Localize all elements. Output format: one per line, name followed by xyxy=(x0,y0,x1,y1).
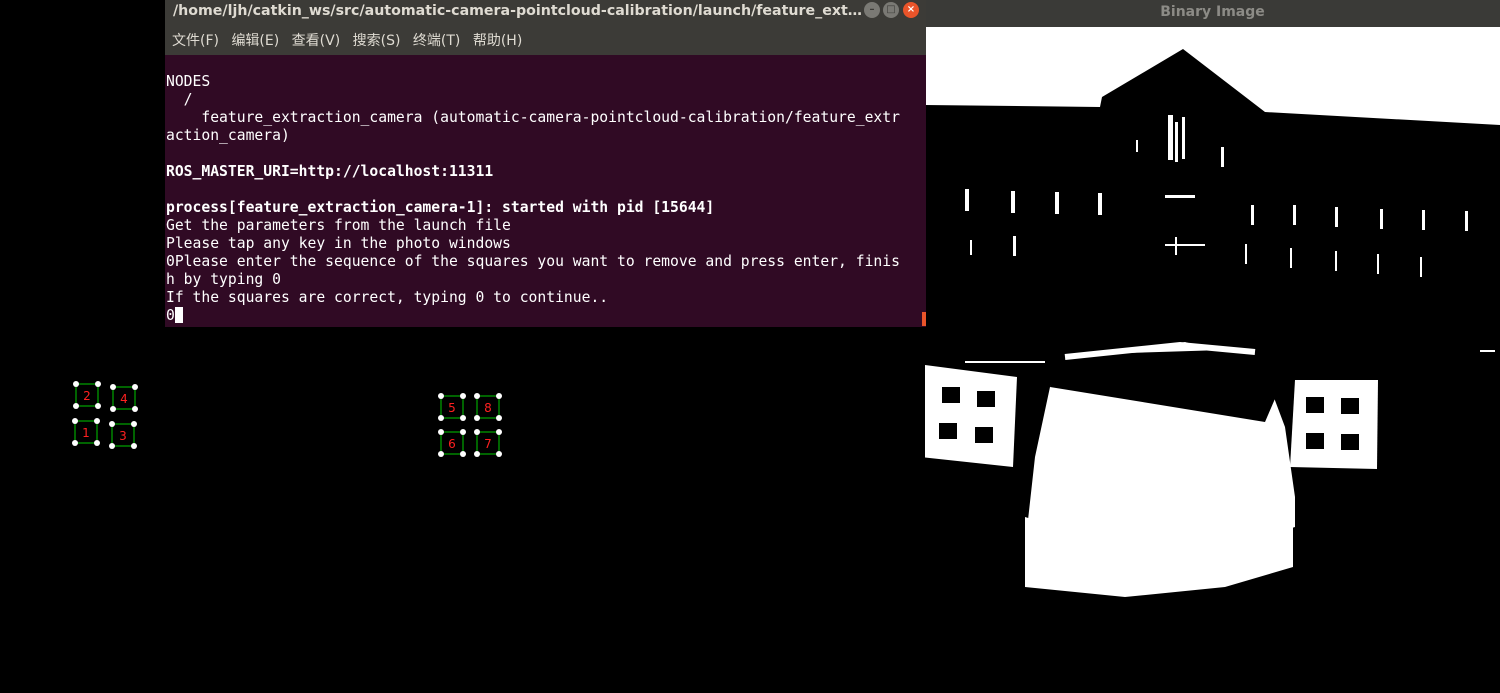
binary-image-window: Binary Image xyxy=(925,0,1500,693)
terminal-line: 0Please enter the sequence of the square… xyxy=(166,253,900,270)
square-label: 7 xyxy=(484,437,492,451)
detected-square-8: 8 xyxy=(474,393,502,421)
menu-edit[interactable]: 编辑(E) xyxy=(231,27,279,55)
menu-file[interactable]: 文件(F) xyxy=(172,27,219,55)
terminal-line: 0 xyxy=(166,307,921,325)
detected-square-5: 5 xyxy=(438,393,466,421)
square-label: 1 xyxy=(82,426,90,440)
maximize-button[interactable]: □ xyxy=(883,2,899,18)
detected-square-7: 7 xyxy=(474,429,502,457)
terminal-scrollbar[interactable] xyxy=(922,312,926,326)
terminal-menubar: 文件(F) 编辑(E) 查看(V) 搜索(S) 终端(T) 帮助(H) xyxy=(165,27,926,55)
detected-square-3: 3 xyxy=(109,421,137,449)
square-label: 3 xyxy=(119,429,127,443)
terminal-title: /home/ljh/catkin_ws/src/automatic-camera… xyxy=(173,3,865,19)
detected-square-1: 1 xyxy=(72,418,100,446)
terminal-line: ROS_MASTER_URI=http://localhost:11311 xyxy=(166,163,494,180)
terminal-line: action_camera) xyxy=(166,127,290,144)
terminal-line: process[feature_extraction_camera-1]: st… xyxy=(166,199,715,216)
binary-image[interactable] xyxy=(925,27,1500,693)
text-cursor xyxy=(174,307,183,323)
square-label: 4 xyxy=(120,392,128,406)
menu-help[interactable]: 帮助(H) xyxy=(473,27,522,55)
close-button[interactable]: × xyxy=(903,2,919,18)
binary-image-titlebar[interactable]: Binary Image xyxy=(925,0,1500,27)
square-label: 6 xyxy=(448,437,456,451)
terminal-line: Get the parameters from the launch file xyxy=(166,217,511,234)
square-label: 8 xyxy=(484,401,492,415)
square-label: 5 xyxy=(448,401,456,415)
terminal-window: /home/ljh/catkin_ws/src/automatic-camera… xyxy=(165,0,926,327)
detected-square-6: 6 xyxy=(438,429,466,457)
detected-square-2: 2 xyxy=(73,381,101,409)
menu-search[interactable]: 搜索(S) xyxy=(353,27,401,55)
terminal-line: h by typing 0 xyxy=(166,271,281,288)
terminal-line: If the squares are correct, typing 0 to … xyxy=(166,289,609,306)
detected-square-4: 4 xyxy=(110,384,138,412)
terminal-output[interactable]: NODES / feature_extraction_camera (autom… xyxy=(166,73,921,327)
terminal-line: Please tap any key in the photo windows xyxy=(166,235,511,252)
square-label: 2 xyxy=(83,389,91,403)
menu-view[interactable]: 查看(V) xyxy=(292,27,341,55)
terminal-line: / xyxy=(166,91,193,108)
menu-terminal[interactable]: 终端(T) xyxy=(413,27,460,55)
minimize-button[interactable]: – xyxy=(864,2,880,18)
terminal-line: feature_extraction_camera (automatic-cam… xyxy=(166,109,900,126)
terminal-line: NODES xyxy=(166,73,211,90)
terminal-titlebar[interactable]: /home/ljh/catkin_ws/src/automatic-camera… xyxy=(165,0,926,27)
